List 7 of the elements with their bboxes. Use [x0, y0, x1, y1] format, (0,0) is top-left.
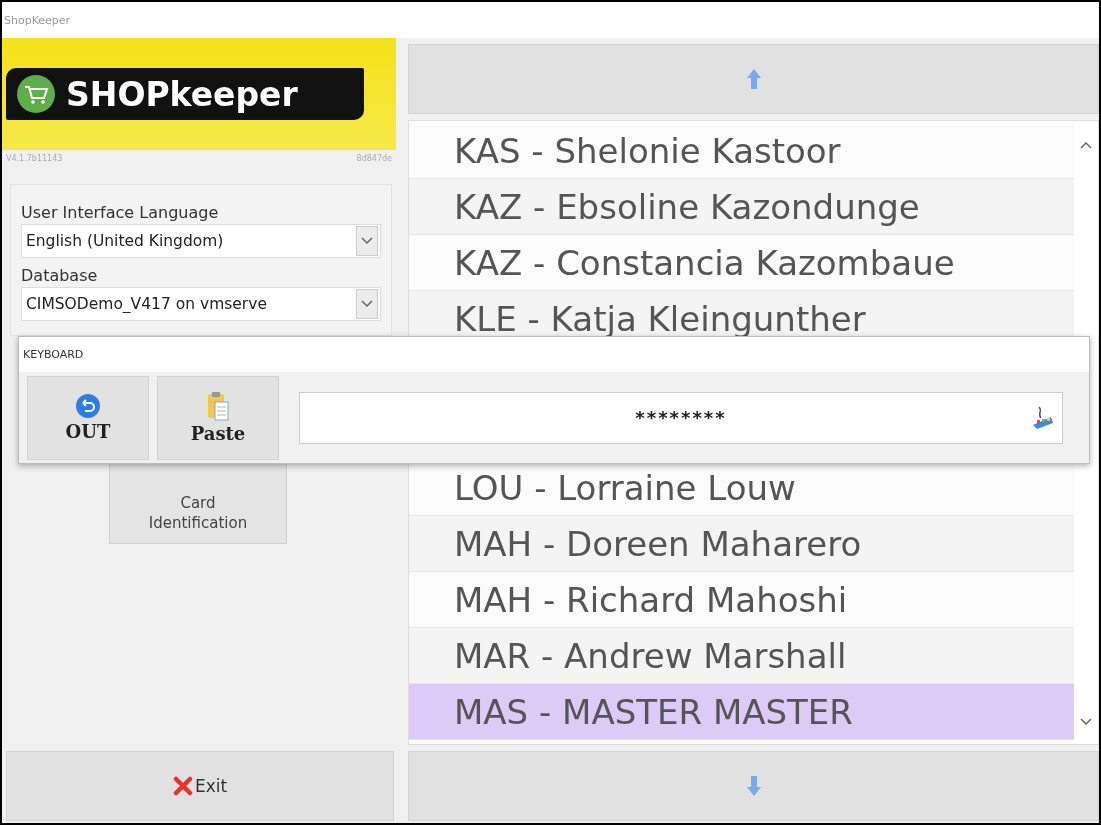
build-hash-text: 8d847de [356, 154, 392, 165]
field-label: Database [21, 266, 99, 285]
field-label: User Interface Language [21, 203, 220, 222]
popup-title: KEYBOARD [23, 348, 84, 361]
logo-text: SHOPkeeper [66, 74, 298, 114]
version-text: V4.1.7b11143 [6, 154, 63, 165]
window-title: ShopKeeper [4, 13, 71, 27]
